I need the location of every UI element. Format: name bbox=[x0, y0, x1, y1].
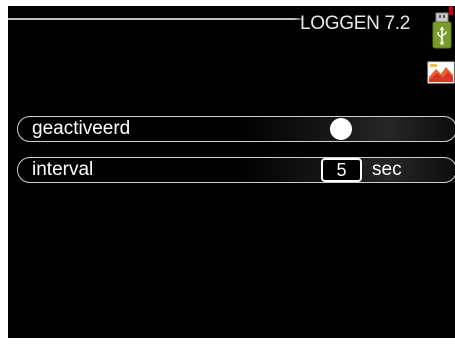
screen: LOGGEN 7.2 geactiveerd interval 5 sec bbox=[0, 0, 455, 345]
setting-label: interval bbox=[32, 159, 94, 180]
header-divider bbox=[8, 18, 294, 20]
alarm-icon bbox=[427, 61, 455, 84]
interval-value-field[interactable]: 5 bbox=[321, 158, 362, 182]
usb-icon bbox=[432, 12, 452, 49]
page-title: LOGGEN 7.2 bbox=[300, 13, 410, 34]
setting-row-interval[interactable]: interval 5 sec bbox=[17, 157, 455, 183]
setting-label: geactiveerd bbox=[32, 118, 131, 139]
display-panel: LOGGEN 7.2 geactiveerd interval 5 sec bbox=[8, 6, 455, 338]
setting-row-activated[interactable]: geactiveerd bbox=[17, 116, 455, 142]
interval-unit-label: sec bbox=[372, 159, 402, 180]
activated-toggle[interactable] bbox=[330, 118, 352, 140]
